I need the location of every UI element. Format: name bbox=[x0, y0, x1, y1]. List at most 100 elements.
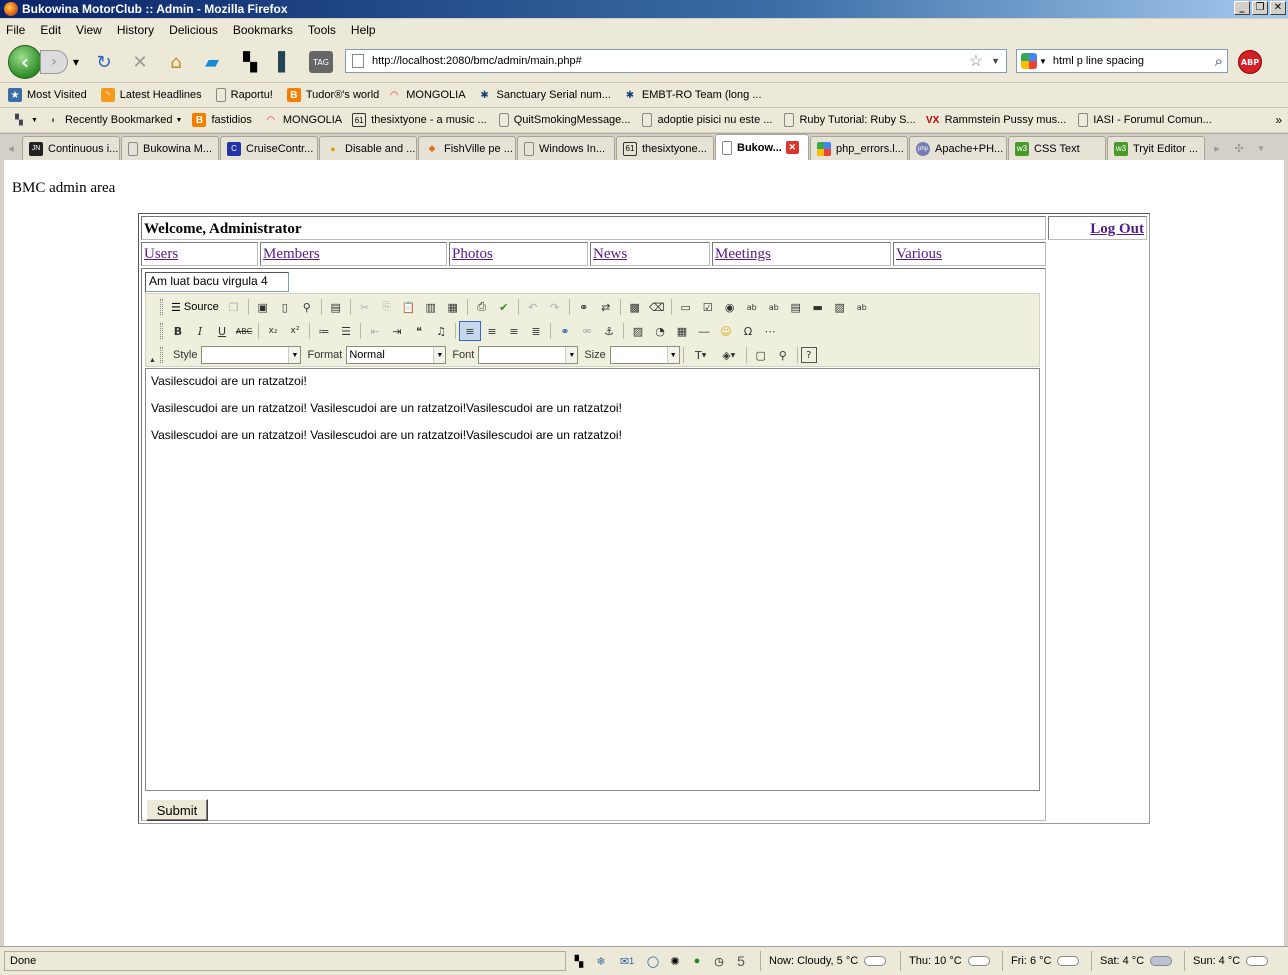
bookmark-item[interactable]: Bfastidios bbox=[192, 113, 252, 127]
nav-link-members[interactable]: Members bbox=[263, 246, 320, 262]
indent-icon[interactable]: ⇥ bbox=[386, 321, 408, 341]
spellcheck-icon[interactable]: ✔ bbox=[493, 297, 515, 317]
size-select[interactable]: ▼ bbox=[609, 346, 680, 364]
select-field-icon[interactable]: ▤ bbox=[785, 297, 807, 317]
tab[interactable]: w3 Tryit Editor ... bbox=[1107, 136, 1205, 160]
bookmark-item[interactable]: VX Rammstein Pussy mus... bbox=[926, 113, 1066, 127]
stop-icon[interactable]: ✕ bbox=[128, 51, 152, 73]
unlink-icon[interactable]: ⚮ bbox=[576, 321, 598, 341]
bookmark-item[interactable]: ★ Most Visited bbox=[8, 88, 87, 102]
find-icon[interactable]: ⚭ bbox=[573, 297, 595, 317]
bookmark-item[interactable]: IASI - Forumul Comun... bbox=[1078, 113, 1212, 127]
menu-delicious[interactable]: Delicious bbox=[169, 23, 218, 37]
subscript-icon[interactable]: x₂ bbox=[262, 321, 284, 341]
toolbar-grip[interactable] bbox=[160, 347, 163, 363]
weather-now[interactable]: Now: Cloudy, 5 °C bbox=[760, 951, 887, 971]
editor-content[interactable]: Vasilescudoi are un ratzatzoi! Vasilescu… bbox=[145, 368, 1040, 791]
image-icon[interactable]: ▨ bbox=[627, 321, 649, 341]
replace-icon[interactable]: ⇄ bbox=[595, 297, 617, 317]
blockquote-icon[interactable]: ❝ bbox=[408, 321, 430, 341]
search-input[interactable]: html p line spacing bbox=[1053, 55, 1215, 67]
editor-paragraph[interactable]: Vasilescudoi are un ratzatzoi! bbox=[151, 374, 1034, 388]
show-blocks-icon[interactable]: ⚲ bbox=[772, 345, 794, 365]
form-icon[interactable]: ▭ bbox=[675, 297, 697, 317]
outdent-icon[interactable]: ⇤ bbox=[364, 321, 386, 341]
style-select[interactable]: ▼ bbox=[201, 346, 302, 364]
sidebar-icon[interactable]: ▌ bbox=[273, 51, 297, 73]
tab[interactable]: ◆ FishVille pe ... bbox=[418, 136, 516, 160]
firebug-icon[interactable]: ✺ bbox=[666, 952, 684, 970]
justify-icon[interactable]: ≣ bbox=[525, 321, 547, 341]
weather-sat[interactable]: Sat: 4 °C bbox=[1091, 951, 1173, 971]
nav-link-photos[interactable]: Photos bbox=[452, 246, 493, 262]
text-color-icon[interactable]: T ▼ bbox=[687, 345, 715, 365]
numbered-list-icon[interactable]: ≔ bbox=[313, 321, 335, 341]
link-icon[interactable]: ⚭ bbox=[554, 321, 576, 341]
search-engine-dropdown-icon[interactable]: ▼ bbox=[1039, 57, 1047, 66]
source-button[interactable]: ☰ Source bbox=[167, 301, 223, 314]
radio-icon[interactable]: ◉ bbox=[719, 297, 741, 317]
paste-text-icon[interactable]: ▥ bbox=[420, 297, 442, 317]
bookmark-item[interactable]: Ruby Tutorial: Ruby S... bbox=[784, 113, 916, 127]
anchor-icon[interactable]: ⚓ bbox=[598, 321, 620, 341]
bookmark-item[interactable]: B Tudor®'s world bbox=[286, 88, 379, 102]
italic-icon[interactable]: I bbox=[189, 321, 211, 341]
nav-link-meetings[interactable]: Meetings bbox=[715, 246, 771, 262]
bookmark-item[interactable]: adoptie pisici nu este ... bbox=[642, 113, 772, 127]
superscript-icon[interactable]: x² bbox=[284, 321, 306, 341]
copy-icon[interactable]: ⎘ bbox=[376, 297, 398, 317]
url-text[interactable]: http://localhost:2080/bmc/admin/main.php… bbox=[372, 55, 969, 67]
bulleted-list-icon[interactable]: ☰ bbox=[335, 321, 357, 341]
panel-icon[interactable]: ▚ bbox=[238, 51, 262, 73]
copy-icon[interactable]: ❐ bbox=[223, 297, 245, 317]
menu-view[interactable]: View bbox=[76, 23, 102, 37]
image-button-icon[interactable]: ▨ bbox=[829, 297, 851, 317]
tab[interactable]: ● Disable and ... bbox=[319, 136, 417, 160]
bookmark-item[interactable]: ◝ Latest Headlines bbox=[100, 88, 202, 102]
font-select[interactable]: ▼ bbox=[478, 346, 579, 364]
cut-icon[interactable]: ✂ bbox=[354, 297, 376, 317]
align-right-icon[interactable]: ≡ bbox=[503, 321, 525, 341]
background-color-icon[interactable]: ◈ ▼ bbox=[715, 345, 743, 365]
weather-sun[interactable]: Sun: 4 °C bbox=[1184, 951, 1269, 971]
save-icon[interactable]: ▣ bbox=[252, 297, 274, 317]
special-char-icon[interactable]: Ω bbox=[737, 321, 759, 341]
tab-active[interactable]: Bukow... ✕ bbox=[715, 134, 809, 160]
flash-icon[interactable]: ◔ bbox=[649, 321, 671, 341]
underline-icon[interactable]: U bbox=[211, 321, 233, 341]
bookmark-item[interactable]: QuitSmokingMessage... bbox=[498, 113, 630, 127]
logout-link[interactable]: Log Out bbox=[1090, 221, 1144, 237]
textfield-icon[interactable]: ab bbox=[741, 297, 763, 317]
print-icon[interactable]: ⎙ bbox=[471, 297, 493, 317]
close-button[interactable]: ✕ bbox=[1270, 1, 1286, 15]
textarea-icon[interactable]: ab bbox=[763, 297, 785, 317]
nav-link-various[interactable]: Various bbox=[896, 246, 942, 262]
weather-thu[interactable]: Thu: 10 °C bbox=[900, 951, 990, 971]
strikethrough-icon[interactable]: ABC bbox=[233, 321, 255, 341]
restore-button[interactable]: ❐ bbox=[1252, 1, 1268, 15]
redo-icon[interactable]: ↷ bbox=[544, 297, 566, 317]
tab-scroll-right-icon[interactable]: ▸ bbox=[1206, 136, 1228, 160]
green-status-icon[interactable]: ● bbox=[688, 952, 706, 970]
tab[interactable]: JN Continuous i... bbox=[22, 136, 120, 160]
bookmark-item[interactable]: ◠ MONGOLIA bbox=[387, 88, 466, 102]
bookmark-item[interactable]: ✱ EMBT-RO Team (long ... bbox=[623, 88, 762, 102]
button-icon[interactable]: ▬ bbox=[807, 297, 829, 317]
select-all-icon[interactable]: ▩ bbox=[624, 297, 646, 317]
back-button[interactable]: ‹ bbox=[8, 45, 42, 79]
url-bar[interactable]: http://localhost:2080/bmc/admin/main.php… bbox=[345, 49, 1007, 73]
star-icon[interactable]: ☆ bbox=[969, 51, 983, 71]
history-dropdown-icon[interactable]: ▼ bbox=[70, 51, 82, 73]
home-icon[interactable]: ⌂ bbox=[164, 51, 188, 73]
tab[interactable]: Bukowina M... bbox=[121, 136, 219, 160]
nav-link-news[interactable]: News bbox=[593, 246, 627, 262]
collapse-toolbar-icon[interactable]: ▲ bbox=[149, 356, 156, 364]
div-container-icon[interactable]: ♫ bbox=[430, 321, 452, 341]
chevron-right-icon[interactable]: » bbox=[1275, 113, 1282, 127]
tab[interactable]: Windows In... bbox=[517, 136, 615, 160]
title-input[interactable]: Am luat bacu virgula 4 bbox=[145, 272, 289, 292]
hidden-field-icon[interactable]: ab bbox=[851, 297, 873, 317]
tab-preview-icon[interactable]: ▚ bbox=[570, 952, 588, 970]
align-left-icon[interactable]: ≡ bbox=[459, 321, 481, 341]
bold-icon[interactable]: B bbox=[167, 321, 189, 341]
